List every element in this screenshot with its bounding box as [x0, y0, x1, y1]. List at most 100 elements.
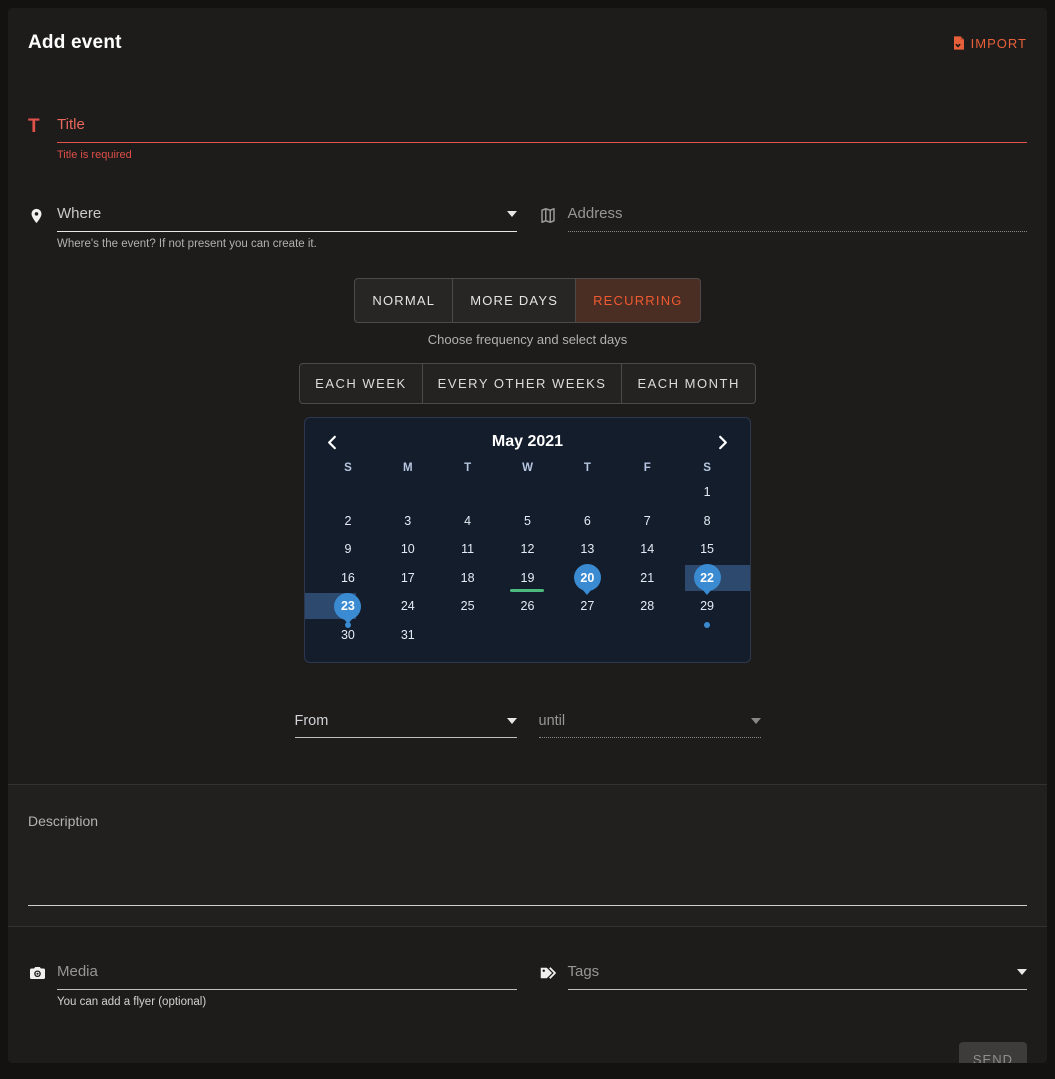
file-import-icon [950, 35, 966, 51]
day-of-week-label: S [677, 462, 737, 474]
calendar-day-18[interactable]: 18 [438, 564, 498, 593]
calendar-day-14[interactable]: 14 [617, 535, 677, 564]
calendar-day-19[interactable]: 19 [498, 564, 558, 593]
day-number: 14 [640, 542, 654, 556]
title-icon: T [28, 116, 57, 137]
selected-day-marker: 23 [334, 593, 361, 620]
send-row: SEND [28, 1042, 1027, 1063]
calendar-day-6[interactable]: 6 [557, 507, 617, 536]
tags-field: Tags [539, 963, 1028, 1008]
media-input[interactable]: Media [57, 963, 517, 990]
day-number: 13 [580, 542, 594, 556]
calendar-day-17[interactable]: 17 [378, 564, 438, 593]
calendar-day-23[interactable]: 23 [318, 592, 378, 621]
calendar-day-26[interactable]: 26 [498, 592, 558, 621]
day-of-week-label: T [557, 462, 617, 474]
where-select[interactable]: Where [57, 205, 517, 232]
calendar-day-25[interactable]: 25 [438, 592, 498, 621]
title-field-row: T Title Title is required [28, 116, 1027, 161]
calendar-day-29[interactable]: 29 [677, 592, 737, 621]
from-field: From [295, 713, 517, 738]
day-of-week-label: W [498, 462, 558, 474]
calendar-day-20[interactable]: 20 [557, 564, 617, 593]
title-placeholder: Title [57, 116, 85, 133]
calendar-day-headers: SMTWTFS [318, 462, 737, 474]
import-label: IMPORT [971, 36, 1027, 51]
calendar-day-11[interactable]: 11 [438, 535, 498, 564]
day-number: 21 [640, 571, 654, 585]
calendar-day-24[interactable]: 24 [378, 592, 438, 621]
tags-icon [539, 963, 568, 987]
selected-day-marker: 20 [574, 564, 601, 591]
day-number: 26 [521, 599, 535, 613]
address-input[interactable]: Address [568, 205, 1028, 232]
calendar-day-8[interactable]: 8 [677, 507, 737, 536]
media-helper: You can add a flyer (optional) [57, 996, 517, 1008]
calendar-day-10[interactable]: 10 [378, 535, 438, 564]
tab-more-days[interactable]: MORE DAYS [452, 278, 576, 323]
frequency-each-month-button[interactable]: EACH MONTH [621, 363, 755, 404]
calendar-day-empty [438, 478, 498, 507]
day-number: 28 [640, 599, 654, 613]
calendar-day-3[interactable]: 3 [378, 507, 438, 536]
address-field: Address [539, 205, 1028, 250]
frequency-each-week-button[interactable]: EACH WEEK [299, 363, 423, 404]
day-number: 10 [401, 542, 415, 556]
chevron-down-icon [507, 211, 517, 217]
event-dot-indicator [345, 622, 351, 628]
title-input[interactable]: Title [57, 116, 1027, 143]
calendar-day-22[interactable]: 22 [677, 564, 737, 593]
calendar-day-31[interactable]: 31 [378, 621, 438, 650]
day-number: 15 [700, 542, 714, 556]
day-number: 30 [341, 628, 355, 642]
dialog-header: Add event IMPORT [28, 32, 1027, 54]
day-number: 4 [464, 514, 471, 528]
day-number: 18 [461, 571, 475, 585]
tab-recurring[interactable]: RECURRING [575, 278, 701, 323]
calendar-day-7[interactable]: 7 [617, 507, 677, 536]
tags-placeholder: Tags [568, 963, 600, 980]
where-placeholder: Where [57, 205, 101, 222]
day-number: 25 [461, 599, 475, 613]
day-number: 3 [404, 514, 411, 528]
media-placeholder: Media [57, 963, 98, 980]
calendar-day-empty [438, 621, 498, 650]
calendar-day-27[interactable]: 27 [557, 592, 617, 621]
calendar-day-5[interactable]: 5 [498, 507, 558, 536]
tab-normal[interactable]: NORMAL [354, 278, 453, 323]
calendar-day-21[interactable]: 21 [617, 564, 677, 593]
send-button[interactable]: SEND [959, 1042, 1027, 1063]
day-of-week-label: M [378, 462, 438, 474]
day-number: 17 [401, 571, 415, 585]
calendar-day-16[interactable]: 16 [318, 564, 378, 593]
calendar-day-2[interactable]: 2 [318, 507, 378, 536]
frequency-every-other-weeks-button[interactable]: EVERY OTHER WEEKS [422, 363, 623, 404]
calendar-header: May 2021 [318, 429, 737, 455]
location-row: Where Where's the event? If not present … [28, 205, 1027, 250]
media-tags-row: Media You can add a flyer (optional) Tag… [28, 963, 1027, 1008]
prev-month-button[interactable] [318, 433, 346, 452]
day-number: 16 [341, 571, 355, 585]
tags-select[interactable]: Tags [568, 963, 1028, 990]
calendar-day-4[interactable]: 4 [438, 507, 498, 536]
next-month-button[interactable] [709, 433, 737, 452]
where-field: Where Where's the event? If not present … [28, 205, 517, 250]
calendar-grid: 1234567891011121314151617181920212223242… [318, 478, 737, 649]
calendar-day-1[interactable]: 1 [677, 478, 737, 507]
map-icon [539, 205, 568, 230]
calendar-day-9[interactable]: 9 [318, 535, 378, 564]
day-number: 31 [401, 628, 415, 642]
description-input[interactable] [28, 829, 1027, 906]
from-select[interactable]: From [295, 713, 517, 738]
chevron-left-icon [326, 435, 338, 450]
calendar-day-empty [318, 478, 378, 507]
until-select[interactable]: until [539, 713, 761, 738]
import-button[interactable]: IMPORT [950, 35, 1027, 51]
calendar-day-15[interactable]: 15 [677, 535, 737, 564]
calendar-day-13[interactable]: 13 [557, 535, 617, 564]
calendar-day-28[interactable]: 28 [617, 592, 677, 621]
media-field: Media You can add a flyer (optional) [28, 963, 517, 1008]
calendar-day-12[interactable]: 12 [498, 535, 558, 564]
calendar-day-empty [378, 478, 438, 507]
day-number: 6 [584, 514, 591, 528]
